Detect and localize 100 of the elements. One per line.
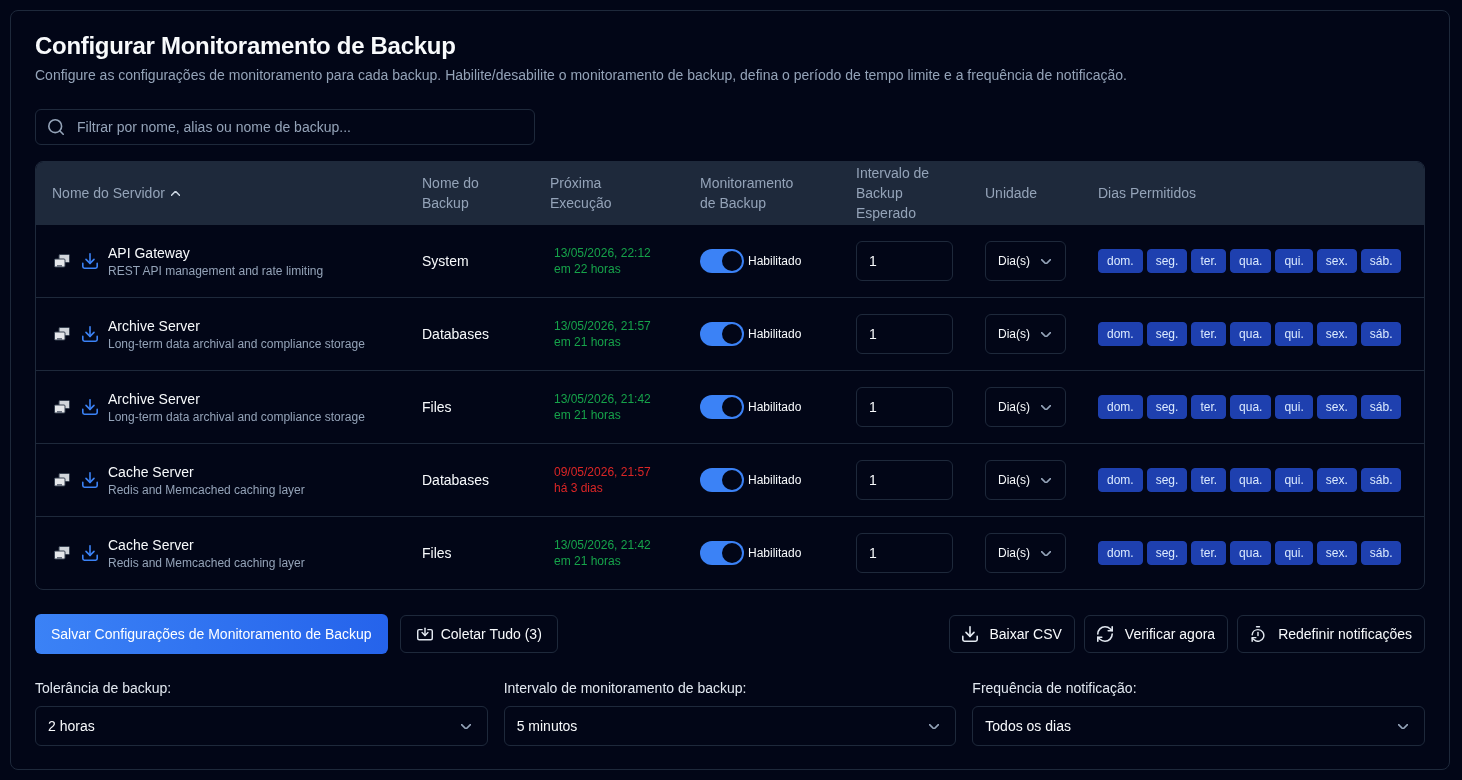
unit-select[interactable]: Dia(s) (985, 460, 1066, 500)
download-icon (82, 545, 98, 561)
weekday-toggle[interactable]: dom. (1098, 395, 1143, 419)
column-header: Unidade (984, 184, 1039, 203)
weekday-toggle[interactable]: sex. (1316, 395, 1357, 419)
setting-select[interactable]: Todos os dias (972, 706, 1425, 746)
interval-input[interactable]: 1 (856, 241, 953, 281)
collect-backup-button[interactable] (82, 399, 98, 415)
monitoring-switch[interactable] (700, 468, 744, 492)
setting-select[interactable]: 2 horas (35, 706, 488, 746)
chevron-down-icon (1398, 723, 1408, 729)
weekday-toggle[interactable]: seg. (1146, 322, 1188, 346)
column-header: Próxima Execução (549, 174, 613, 213)
weekday-toggle[interactable]: sáb. (1360, 468, 1402, 492)
unit-select[interactable]: Dia(s) (985, 314, 1066, 354)
action-button[interactable]: Coletar Tudo (3) (399, 615, 558, 653)
collect-backup-button[interactable] (82, 545, 98, 561)
chevron-down-icon (460, 723, 471, 729)
interval-input[interactable]: 1 (856, 387, 953, 427)
weekday-toggle[interactable]: sex. (1316, 322, 1357, 346)
weekday-toggle[interactable]: sáb. (1360, 322, 1402, 346)
chevron-up-icon (170, 190, 180, 196)
column-header: Nome do Backup (421, 174, 480, 213)
weekday-toggle[interactable]: qua. (1230, 541, 1272, 565)
weekday-toggle[interactable]: sex. (1316, 468, 1357, 492)
server-name: Archive Server (108, 317, 201, 336)
next-run-relative: em 22 horas (554, 261, 622, 277)
weekday-toggle[interactable]: qui. (1275, 395, 1313, 419)
weekday-toggle[interactable]: sáb. (1360, 541, 1402, 565)
unit-select[interactable]: Dia(s) (985, 533, 1066, 573)
weekday-toggle[interactable]: seg. (1146, 468, 1188, 492)
weekday-toggle[interactable]: qua. (1230, 249, 1272, 273)
chevron-down-icon (1041, 258, 1051, 264)
timer-reset-icon (1250, 626, 1267, 642)
monitoring-switch[interactable] (700, 249, 744, 273)
column-header: Monitoramento de Backup (699, 174, 795, 213)
weekday-toggle[interactable]: dom. (1098, 541, 1143, 565)
collect-backup-button[interactable] (82, 326, 98, 342)
backup-name: System (422, 252, 469, 271)
weekday-toggle[interactable]: dom. (1098, 468, 1143, 492)
server-name: Cache Server (108, 536, 195, 555)
switch-label: Habilitado (748, 326, 802, 342)
weekday-toggle[interactable]: ter. (1191, 541, 1227, 565)
chevron-down-icon (1041, 477, 1051, 483)
chevron-down-icon (1041, 404, 1051, 410)
collect-backup-button[interactable] (82, 253, 98, 269)
setting-label: Intervalo de monitoramento de backup: (503, 679, 748, 698)
download-icon (82, 472, 98, 488)
backup-name: Files (422, 398, 452, 417)
weekday-toggle[interactable]: ter. (1191, 468, 1227, 492)
unit-select[interactable]: Dia(s) (985, 241, 1066, 281)
monitoring-switch[interactable] (700, 395, 744, 419)
weekday-toggle[interactable]: dom. (1098, 249, 1143, 273)
search-field[interactable]: Filtrar por nome, alias ou nome de backup... (35, 109, 535, 145)
weekday-toggle[interactable]: sex. (1316, 249, 1357, 273)
server-name: Archive Server (108, 390, 201, 409)
interval-input[interactable]: 1 (856, 460, 953, 500)
column-header: Intervalo de Backup Esperado (855, 164, 931, 223)
next-run-date: 13/05/2026, 21:42 (554, 391, 651, 407)
weekday-toggle[interactable]: ter. (1191, 249, 1227, 273)
weekday-toggle[interactable]: qua. (1230, 322, 1272, 346)
weekday-toggle[interactable]: qui. (1275, 541, 1313, 565)
weekday-toggle[interactable]: qua. (1230, 468, 1272, 492)
weekday-toggle[interactable]: seg. (1146, 249, 1188, 273)
page-title: Configurar Monitoramento de Backup (35, 31, 457, 61)
server-name: API Gateway (108, 244, 191, 263)
weekday-toggle[interactable]: sex. (1316, 541, 1357, 565)
backup-name: Databases (422, 471, 489, 490)
weekday-toggle[interactable]: seg. (1146, 541, 1188, 565)
setting-label: Frequência de notificação: (972, 679, 1138, 698)
server-description: Redis and Memcached caching layer (108, 555, 305, 571)
weekday-toggle[interactable]: seg. (1146, 395, 1188, 419)
weekday-toggle[interactable]: qui. (1275, 322, 1313, 346)
monitoring-switch[interactable] (700, 541, 744, 565)
action-button[interactable]: Redefinir notificações (1237, 615, 1425, 653)
action-button[interactable]: Verificar agora (1083, 615, 1229, 653)
interval-input[interactable]: 1 (856, 533, 953, 573)
collect-backup-button[interactable] (82, 472, 98, 488)
download-icon (82, 253, 98, 269)
weekday-toggle[interactable]: sáb. (1360, 249, 1402, 273)
weekday-toggle[interactable]: qui. (1275, 249, 1313, 273)
backup-name: Files (422, 544, 452, 563)
unit-select[interactable]: Dia(s) (985, 387, 1066, 427)
switch-label: Habilitado (748, 399, 802, 415)
interval-input[interactable]: 1 (856, 314, 953, 354)
save-button[interactable]: Salvar Configurações de Monitoramento de Backup (35, 614, 388, 654)
column-header[interactable]: Nome do Servidor (36, 162, 406, 224)
column-header: Dias Permitidos (1097, 184, 1198, 203)
weekday-toggle[interactable]: ter. (1191, 322, 1227, 346)
weekday-toggle[interactable]: qui. (1275, 468, 1313, 492)
server-description: REST API management and rate limiting (108, 263, 324, 279)
next-run-date: 09/05/2026, 21:57 (554, 464, 651, 480)
weekday-toggle[interactable]: ter. (1191, 395, 1227, 419)
monitoring-switch[interactable] (700, 322, 744, 346)
weekday-toggle[interactable]: dom. (1098, 322, 1143, 346)
setting-select[interactable]: 5 minutos (503, 706, 957, 746)
weekday-toggle[interactable]: sáb. (1360, 395, 1402, 419)
monitors-icon (54, 326, 70, 342)
weekday-toggle[interactable]: qua. (1230, 395, 1272, 419)
action-button[interactable]: Baixar CSV (948, 615, 1075, 653)
